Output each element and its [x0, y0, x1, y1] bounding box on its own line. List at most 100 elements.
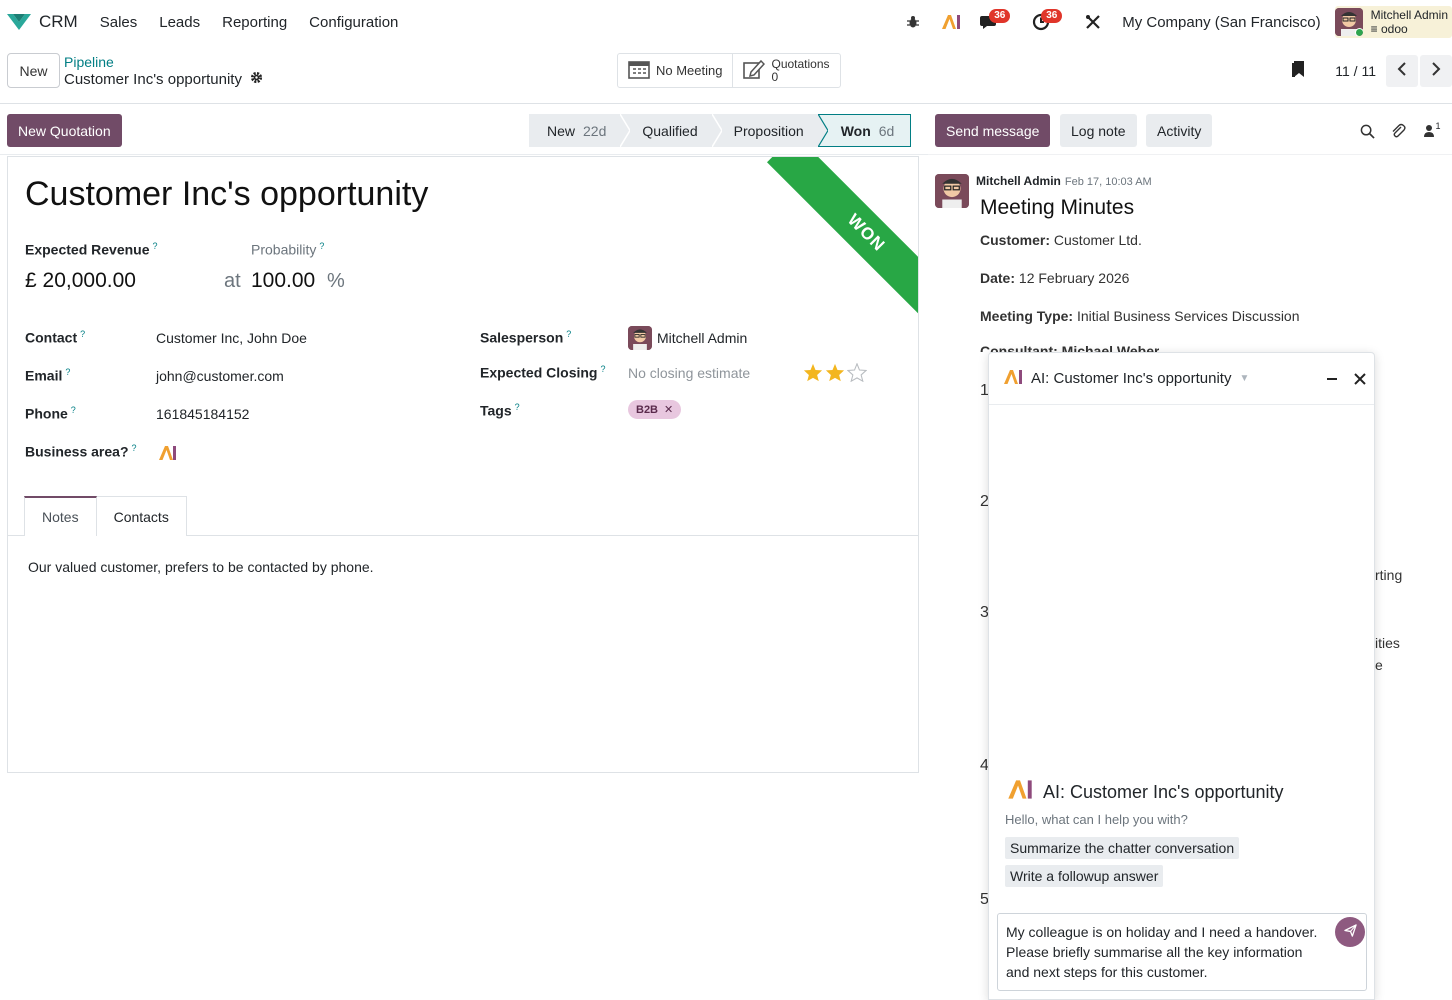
tools-icon[interactable] — [1078, 7, 1108, 37]
stage-days: 6d — [878, 122, 895, 139]
messages-badge: 36 — [989, 9, 1011, 23]
stage-pipeline: New 22d Qualified Proposition Won 6d — [529, 114, 912, 147]
activity-clock-icon[interactable]: 36 — [1026, 7, 1063, 37]
contact-field[interactable]: Customer Inc, John Doe — [156, 330, 307, 346]
app-name[interactable]: CRM — [39, 12, 78, 32]
probability-value[interactable]: 100.00 — [251, 269, 315, 293]
stage-proposition[interactable]: Proposition — [711, 114, 828, 147]
pager-next-button[interactable] — [1420, 54, 1452, 87]
contact-label: Contact? — [25, 329, 86, 346]
bookmark-icon[interactable] — [1291, 60, 1305, 81]
avatar — [1334, 8, 1363, 36]
user-menu[interactable]: Mitchell Admin ≡ odoo — [1334, 6, 1452, 38]
message-date-line: Date: 12 February 2026 — [980, 270, 1130, 286]
won-ribbon: WON — [756, 157, 918, 325]
quotations-smart-button[interactable]: Quotations 0 — [733, 54, 839, 87]
star-filled-icon[interactable] — [803, 363, 823, 385]
message-meeting-type: Meeting Type: Initial Business Services … — [980, 308, 1300, 324]
tab-notes[interactable]: Notes — [24, 496, 97, 536]
form-statusbar: New Quotation New 22d Qualified Proposit… — [0, 105, 928, 155]
stage-won[interactable]: Won 6d — [817, 114, 912, 147]
activity-badge: 36 — [1041, 9, 1063, 23]
stage-qualified[interactable]: Qualified — [620, 114, 722, 147]
pager-previous-button[interactable] — [1386, 54, 1418, 87]
message-consultant: Consultant: Michael Weber — [980, 343, 1160, 352]
chevron-down-icon[interactable]: ▼ — [1239, 373, 1249, 384]
send-message-button[interactable]: Send message — [935, 114, 1051, 147]
phone-field[interactable]: 161845184152 — [156, 406, 249, 422]
main-menu: Sales Leads Reporting Configuration — [100, 14, 399, 31]
ai-icon[interactable] — [936, 7, 966, 37]
expected-revenue-value[interactable]: £ 20,000.00 — [25, 269, 136, 293]
menu-item-sales[interactable]: Sales — [100, 14, 138, 31]
notes-content[interactable]: Our valued customer, prefers to be conta… — [28, 559, 374, 575]
meeting-label: No Meeting — [656, 63, 723, 78]
probability-unit: % — [327, 270, 345, 292]
calendar-icon — [628, 59, 650, 82]
quotations-label: Quotations — [771, 56, 830, 71]
pager-value[interactable]: 11 / 11 — [1335, 63, 1376, 79]
stage-label: Proposition — [733, 122, 804, 139]
chatter-topbar: Send message Log note Activity 1 — [928, 105, 1452, 155]
stage-new[interactable]: New 22d — [529, 114, 631, 147]
message-text-fragment: ities — [1375, 635, 1400, 651]
ai-icon[interactable] — [158, 445, 178, 464]
ai-welcome-title: AI: Customer Inc's opportunity — [1007, 779, 1284, 805]
control-panel: New Pipeline Customer Inc's opportunity … — [0, 44, 1452, 104]
opportunity-title[interactable]: Customer Inc's opportunity — [25, 175, 428, 214]
log-note-button[interactable]: Log note — [1060, 114, 1137, 147]
follower-count: 1 — [1435, 121, 1441, 131]
activity-button[interactable]: Activity — [1146, 114, 1213, 147]
expected-closing-field[interactable]: No closing estimate — [628, 365, 750, 381]
company-switcher[interactable]: My Company (San Francisco) — [1122, 14, 1320, 31]
message-text-fragment: rting — [1375, 567, 1403, 583]
send-button[interactable] — [1335, 917, 1365, 947]
gear-icon[interactable] — [250, 71, 263, 88]
crm-logo-icon[interactable] — [4, 10, 34, 34]
followers-icon[interactable]: 1 — [1419, 120, 1445, 142]
star-empty-icon[interactable] — [846, 362, 868, 385]
tag-badge[interactable]: B2B ✕ — [628, 400, 682, 419]
navbar-systray: 36 36 My Company (San Francisco) Mitchel… — [890, 0, 1452, 44]
close-icon[interactable] — [1350, 369, 1370, 389]
message-title: Meeting Minutes — [980, 196, 1135, 219]
ai-message-input[interactable]: My colleague is on holiday and I need a … — [997, 913, 1367, 991]
close-icon[interactable]: ✕ — [664, 403, 673, 416]
online-status-dot — [1354, 28, 1363, 36]
expected-revenue-label: Expected Revenue? — [25, 241, 158, 258]
probability-label: Probability? — [251, 241, 325, 258]
business-area-label: Business area?? — [25, 443, 137, 460]
salesperson-field[interactable]: Mitchell Admin — [657, 330, 747, 346]
priority-stars — [803, 362, 868, 385]
tab-contacts[interactable]: Contacts — [96, 496, 187, 536]
ribbon-text: WON — [767, 157, 918, 325]
new-record-button[interactable]: New — [7, 53, 60, 88]
tags-label: Tags? — [480, 402, 520, 419]
ai-chat-header[interactable]: AI: Customer Inc's opportunity ▼ — [989, 353, 1374, 405]
breadcrumb: Customer Inc's opportunity — [64, 71, 263, 88]
menu-item-configuration[interactable]: Configuration — [309, 14, 398, 31]
email-field[interactable]: john@customer.com — [156, 368, 284, 384]
meeting-smart-button[interactable]: No Meeting — [618, 54, 734, 87]
stage-label: Qualified — [642, 122, 698, 139]
salesperson-label: Salesperson? — [480, 329, 572, 346]
paperclip-icon[interactable] — [1387, 120, 1409, 142]
star-filled-icon[interactable] — [825, 363, 845, 385]
email-label: Email? — [25, 367, 71, 384]
message-date: Feb 17, 10:03 AM — [1064, 176, 1152, 188]
breadcrumb-pipeline[interactable]: Pipeline — [64, 54, 114, 70]
avatar[interactable] — [935, 174, 969, 208]
search-icon[interactable] — [1356, 120, 1378, 142]
suggestion-summarize[interactable]: Summarize the chatter conversation — [1005, 837, 1240, 859]
ai-greeting: Hello, what can I help you with? — [1005, 812, 1188, 827]
phone-label: Phone? — [25, 405, 76, 422]
ai-chat-window: AI: Customer Inc's opportunity ▼ AI: Cus… — [988, 352, 1375, 1000]
bug-icon[interactable] — [898, 7, 928, 37]
menu-item-reporting[interactable]: Reporting — [222, 14, 287, 31]
messages-icon[interactable]: 36 — [974, 7, 1011, 37]
edit-icon — [743, 59, 766, 82]
new-quotation-button[interactable]: New Quotation — [7, 114, 122, 147]
suggestion-followup[interactable]: Write a followup answer — [1005, 865, 1164, 887]
minimize-icon[interactable] — [1322, 369, 1342, 389]
menu-item-leads[interactable]: Leads — [159, 14, 200, 31]
